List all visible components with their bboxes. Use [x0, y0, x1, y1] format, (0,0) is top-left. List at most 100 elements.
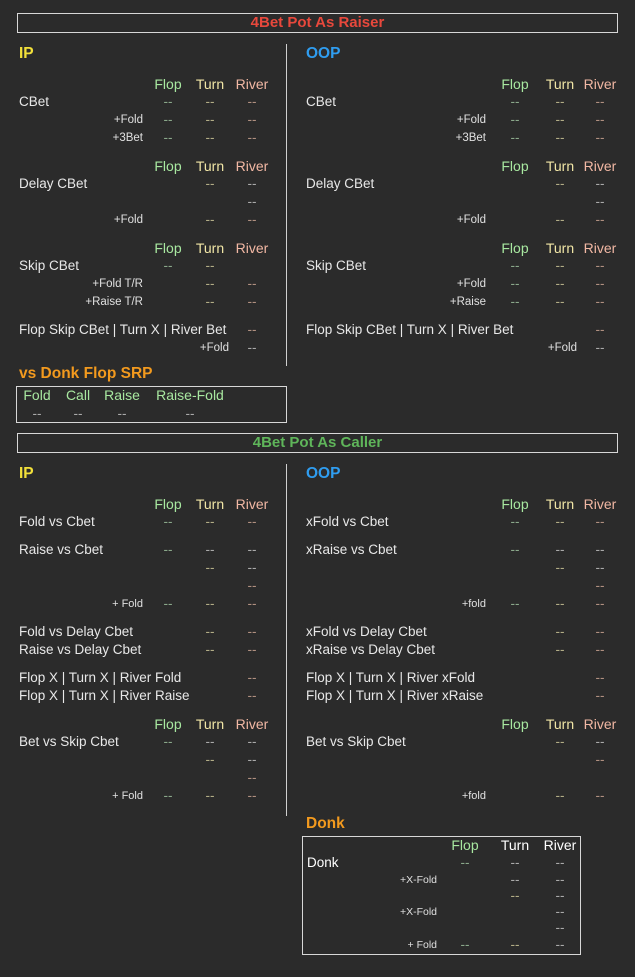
cell[interactable]: -- [206, 514, 215, 530]
cell[interactable]: -- [556, 872, 565, 888]
cell[interactable]: -- [206, 94, 215, 110]
cell[interactable]: -- [74, 406, 83, 422]
cell[interactable]: -- [511, 130, 520, 146]
cell[interactable]: -- [118, 406, 127, 422]
cell[interactable]: -- [511, 937, 520, 953]
cell[interactable]: -- [206, 176, 215, 192]
cell[interactable]: -- [556, 514, 565, 530]
cell[interactable]: -- [556, 130, 565, 146]
cell[interactable]: -- [596, 294, 605, 310]
cell[interactable]: -- [461, 855, 470, 871]
cell[interactable]: -- [511, 514, 520, 530]
cell[interactable]: -- [206, 642, 215, 658]
cell[interactable]: -- [596, 176, 605, 192]
cell[interactable]: -- [556, 294, 565, 310]
cell[interactable]: -- [248, 642, 257, 658]
cell[interactable]: -- [596, 94, 605, 110]
cell[interactable]: -- [206, 734, 215, 750]
cell[interactable]: -- [596, 734, 605, 750]
cell[interactable]: -- [206, 624, 215, 640]
cell[interactable]: -- [556, 642, 565, 658]
cell[interactable]: -- [596, 542, 605, 558]
cell[interactable]: -- [596, 212, 605, 228]
cell[interactable]: -- [596, 642, 605, 658]
cell[interactable]: -- [206, 788, 215, 804]
cell[interactable]: -- [556, 920, 565, 936]
cell[interactable]: -- [596, 788, 605, 804]
cell[interactable]: -- [164, 258, 173, 274]
cell[interactable]: -- [248, 734, 257, 750]
cell[interactable]: -- [511, 94, 520, 110]
cell[interactable]: -- [556, 176, 565, 192]
cell[interactable]: -- [248, 130, 257, 146]
cell[interactable]: -- [511, 596, 520, 612]
cell[interactable]: -- [596, 258, 605, 274]
cell[interactable]: -- [248, 194, 257, 210]
cell[interactable]: -- [556, 788, 565, 804]
cell[interactable]: -- [596, 670, 605, 686]
cell[interactable]: -- [511, 855, 520, 871]
cell[interactable]: -- [511, 258, 520, 274]
cell[interactable]: -- [248, 578, 257, 594]
cell[interactable]: -- [556, 734, 565, 750]
cell[interactable]: -- [596, 130, 605, 146]
cell[interactable]: -- [511, 112, 520, 128]
cell[interactable]: -- [556, 542, 565, 558]
cell[interactable]: -- [164, 94, 173, 110]
cell[interactable]: -- [511, 276, 520, 292]
cell[interactable]: -- [164, 596, 173, 612]
cell[interactable]: -- [248, 688, 257, 704]
cell[interactable]: -- [248, 176, 257, 192]
cell[interactable]: -- [596, 194, 605, 210]
cell[interactable]: -- [596, 340, 605, 356]
cell[interactable]: -- [248, 752, 257, 768]
cell[interactable]: -- [164, 112, 173, 128]
cell[interactable]: -- [596, 514, 605, 530]
cell[interactable]: -- [248, 294, 257, 310]
cell[interactable]: -- [248, 596, 257, 612]
cell[interactable]: -- [461, 937, 470, 953]
cell[interactable]: -- [206, 596, 215, 612]
cell[interactable]: -- [206, 542, 215, 558]
cell[interactable]: -- [33, 406, 42, 422]
cell[interactable]: -- [248, 670, 257, 686]
cell[interactable]: -- [248, 94, 257, 110]
cell[interactable]: -- [556, 624, 565, 640]
cell[interactable]: -- [248, 788, 257, 804]
cell[interactable]: -- [511, 872, 520, 888]
cell[interactable]: -- [556, 258, 565, 274]
cell[interactable]: -- [556, 212, 565, 228]
cell[interactable]: -- [206, 752, 215, 768]
cell[interactable]: -- [248, 542, 257, 558]
cell[interactable]: -- [511, 294, 520, 310]
cell[interactable]: -- [596, 276, 605, 292]
cell[interactable]: -- [164, 788, 173, 804]
cell[interactable]: -- [248, 770, 257, 786]
cell[interactable]: -- [596, 752, 605, 768]
cell[interactable]: -- [556, 904, 565, 920]
cell[interactable]: -- [556, 596, 565, 612]
cell[interactable]: -- [164, 542, 173, 558]
cell[interactable]: -- [596, 560, 605, 576]
cell[interactable]: -- [164, 514, 173, 530]
cell[interactable]: -- [206, 212, 215, 228]
cell[interactable]: -- [206, 112, 215, 128]
cell[interactable]: -- [248, 322, 257, 338]
cell[interactable]: -- [511, 888, 520, 904]
cell[interactable]: -- [556, 888, 565, 904]
cell[interactable]: -- [556, 94, 565, 110]
cell[interactable]: -- [556, 937, 565, 953]
cell[interactable]: -- [206, 560, 215, 576]
cell[interactable]: -- [206, 294, 215, 310]
cell[interactable]: -- [556, 560, 565, 576]
cell[interactable]: -- [248, 514, 257, 530]
cell[interactable]: -- [186, 406, 195, 422]
cell[interactable]: -- [596, 578, 605, 594]
cell[interactable]: -- [248, 624, 257, 640]
cell[interactable]: -- [206, 130, 215, 146]
cell[interactable]: -- [596, 624, 605, 640]
cell[interactable]: -- [248, 340, 257, 356]
cell[interactable]: -- [206, 258, 215, 274]
cell[interactable]: -- [596, 688, 605, 704]
cell[interactable]: -- [556, 112, 565, 128]
